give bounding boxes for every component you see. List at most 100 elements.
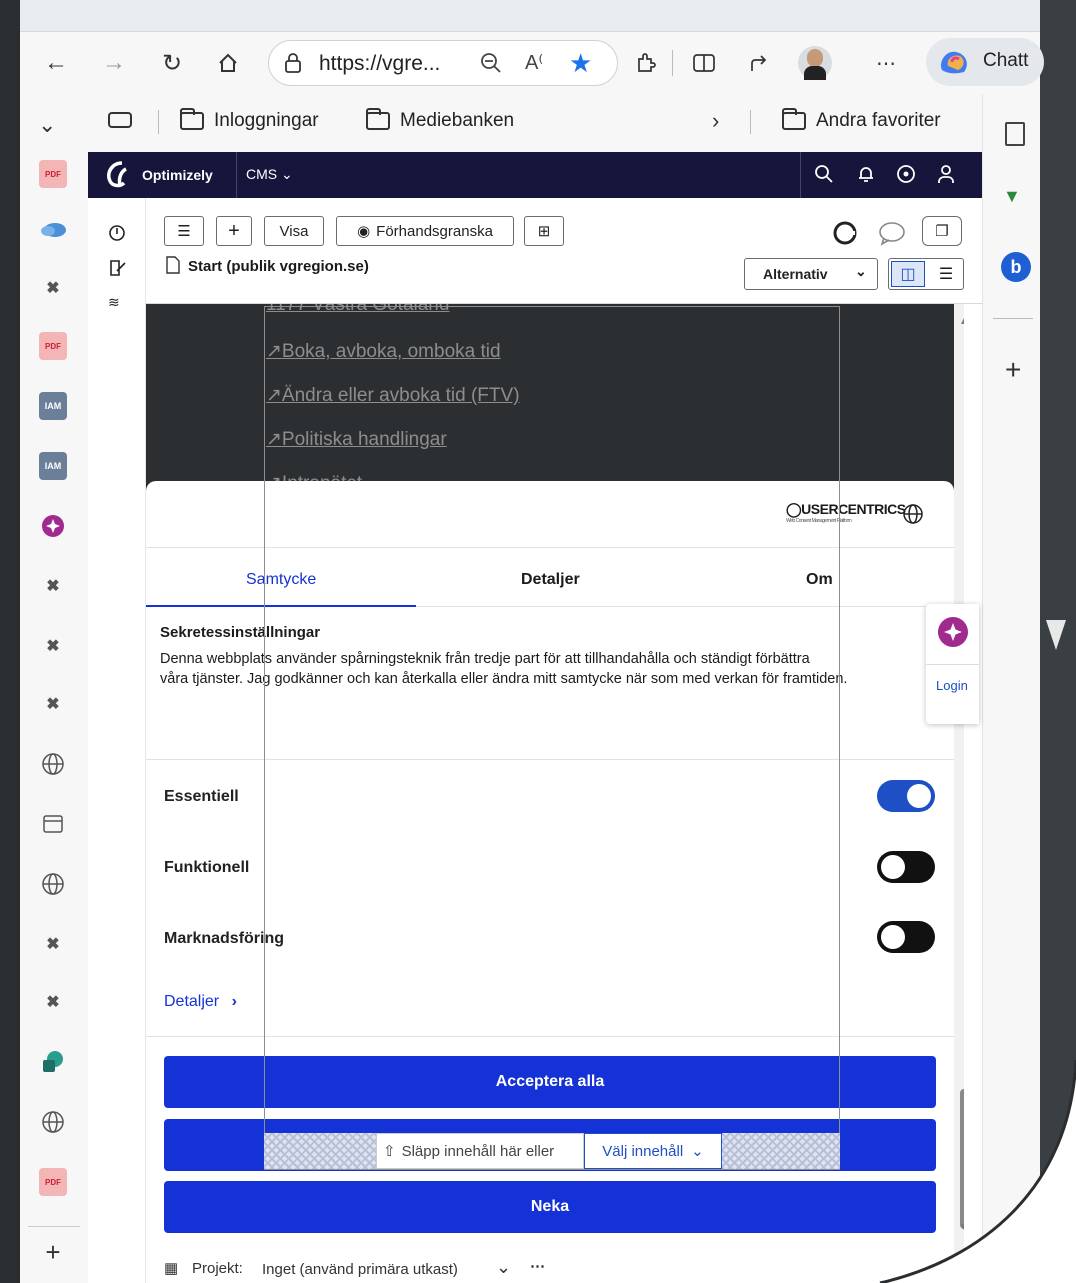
calendar-icon[interactable] (39, 810, 67, 838)
search-icon[interactable] (814, 164, 834, 189)
footer-link[interactable]: 1177 Västra Götaland (266, 304, 449, 316)
help-icon[interactable] (896, 164, 916, 189)
tab-details[interactable]: Detaljer (521, 571, 580, 589)
forward-icon[interactable]: → (96, 45, 132, 81)
home-icon[interactable] (210, 45, 246, 81)
login-widget[interactable]: Login (926, 604, 979, 724)
footer-link[interactable]: ↗Boka, avboka, omboka tid (266, 340, 501, 363)
footer-link[interactable]: ↗Politiska handlingar (266, 428, 447, 451)
marketing-toggle[interactable] (877, 921, 935, 953)
functional-toggle[interactable] (877, 851, 935, 883)
copilot-icon (936, 48, 972, 81)
pdf-icon[interactable]: PDF (39, 1168, 67, 1196)
options-dropdown[interactable]: Alternativ ⌄ (744, 258, 878, 290)
all-properties-toggle[interactable]: ☰ (929, 261, 963, 287)
upload-icon: ⇧ (383, 1143, 396, 1160)
folder-icon (366, 108, 390, 130)
sharepoint-icon[interactable] (39, 1048, 67, 1076)
navigation-icon[interactable] (108, 224, 126, 247)
deny-button[interactable]: Neka (164, 1181, 936, 1233)
sidebar-toggle-chevron-icon[interactable]: ⌄ (38, 112, 56, 138)
analytics-icon[interactable]: ≋ (108, 294, 120, 311)
active-tab-indicator (146, 605, 416, 607)
chevron-down-icon: ⌄ (691, 1143, 704, 1160)
language-globe-icon[interactable] (902, 503, 924, 530)
reading-view-icon[interactable] (1005, 122, 1025, 146)
preview-button[interactable]: ◉ Förhandsgranska (336, 216, 514, 246)
compare-button[interactable]: ⊞ (524, 216, 564, 246)
globe-icon[interactable] (39, 870, 67, 898)
content-drop-zone[interactable]: ⇧ Släpp innehåll här eller Välj innehåll… (264, 1133, 840, 1169)
tab-about[interactable]: Om (806, 571, 833, 589)
view-button[interactable]: Visa (264, 216, 324, 246)
project-value[interactable]: Inget (använd primära utkast) (262, 1261, 458, 1278)
choose-content-button[interactable]: Välj innehåll ⌄ (584, 1133, 722, 1169)
vgr-icon[interactable]: ✖ (39, 988, 67, 1016)
address-bar[interactable]: https://vgre... A⁽ ★ (268, 40, 618, 86)
favorite-star-icon[interactable]: ★ (569, 48, 592, 79)
refresh-icon[interactable]: ↻ (154, 45, 190, 81)
external-link-icon: ↗ (266, 429, 282, 450)
add-icon[interactable]: + (1005, 354, 1021, 386)
scroll-up-icon[interactable]: ▲ (959, 316, 964, 327)
preview-scrollbar[interactable]: ▲ ▼ (954, 304, 964, 1283)
login-link[interactable]: Login (936, 678, 968, 693)
favorite-label: Inloggningar (214, 110, 319, 131)
chevron-right-icon[interactable]: › (712, 108, 719, 134)
view-label: Visa (279, 222, 309, 240)
accept-all-button[interactable]: Acceptera alla (164, 1056, 936, 1108)
shield-icon: ◯ (786, 501, 802, 517)
more-icon[interactable]: ⋯ (530, 1257, 545, 1275)
comments-icon[interactable] (878, 220, 906, 251)
copilot-chat-button[interactable]: Chatt (926, 38, 1044, 86)
vgr-icon[interactable]: ✖ (39, 632, 67, 660)
zoom-out-icon[interactable] (479, 51, 503, 80)
essential-toggle[interactable] (877, 780, 935, 812)
favorite-other[interactable]: Andra favoriter (782, 108, 941, 132)
back-icon[interactable]: ← (38, 45, 74, 81)
favorite-mediebanken[interactable]: Mediebanken (366, 108, 514, 132)
vgr-icon[interactable]: ✖ (39, 274, 67, 302)
cms-product-menu[interactable]: CMS ⌄ (246, 166, 293, 183)
read-aloud-icon[interactable]: A⁽ (525, 50, 543, 75)
chevron-down-icon[interactable]: ⌄ (496, 1257, 511, 1278)
vgr-icon[interactable]: ✖ (39, 572, 67, 600)
add-icon[interactable]: + (39, 1237, 67, 1267)
page-tree-button[interactable]: ☰ (164, 216, 204, 246)
vgr-icon[interactable]: ✖ (39, 690, 67, 718)
pdf-icon[interactable]: PDF (39, 160, 67, 188)
tab-actions-icon[interactable] (108, 112, 132, 128)
usercentrics-logo: ◯USERCENTRICS Web Consent Management Pla… (786, 501, 906, 524)
globe-icon[interactable] (39, 750, 67, 778)
split-screen-icon[interactable] (686, 45, 722, 81)
favorite-inloggningar[interactable]: Inloggningar (180, 108, 319, 132)
share-icon[interactable] (742, 45, 778, 81)
user-icon[interactable] (936, 164, 956, 189)
vgr-icon[interactable]: ✖ (39, 930, 67, 958)
scroll-thumb[interactable] (960, 1089, 964, 1229)
pdf-icon[interactable]: PDF (39, 332, 67, 360)
bell-icon[interactable] (856, 164, 876, 189)
category-essential-label: Essentiell (164, 788, 239, 805)
details-link[interactable]: Detaljer › (164, 993, 237, 1011)
optimizely-icon[interactable] (39, 512, 67, 540)
globe-icon[interactable] (39, 1108, 67, 1136)
publish-status-icon[interactable] (832, 220, 858, 251)
onedrive-icon[interactable] (39, 214, 67, 242)
avatar[interactable] (798, 46, 832, 80)
add-button[interactable]: + (216, 216, 252, 246)
extensions-icon[interactable] (628, 45, 664, 81)
eye-icon: ◉ (357, 223, 371, 240)
edit-icon[interactable] (108, 258, 128, 283)
fav-divider (750, 110, 751, 134)
app-icon[interactable]: IAM (39, 392, 67, 420)
pin-panel-button[interactable]: ❐ (922, 216, 962, 246)
tab-consent[interactable]: Samtycke (246, 571, 316, 589)
onpage-edit-toggle[interactable]: ◫ (891, 261, 925, 287)
scroll-down-icon[interactable]: ▼ (959, 1222, 964, 1233)
app-icon[interactable]: IAM (39, 452, 67, 480)
vgr-logo-icon[interactable]: ▼ (1003, 186, 1021, 207)
footer-link[interactable]: ↗Ändra eller avboka tid (FTV) (266, 384, 520, 407)
more-icon[interactable]: ⋯ (868, 45, 904, 81)
bing-icon[interactable]: b (1001, 252, 1031, 282)
